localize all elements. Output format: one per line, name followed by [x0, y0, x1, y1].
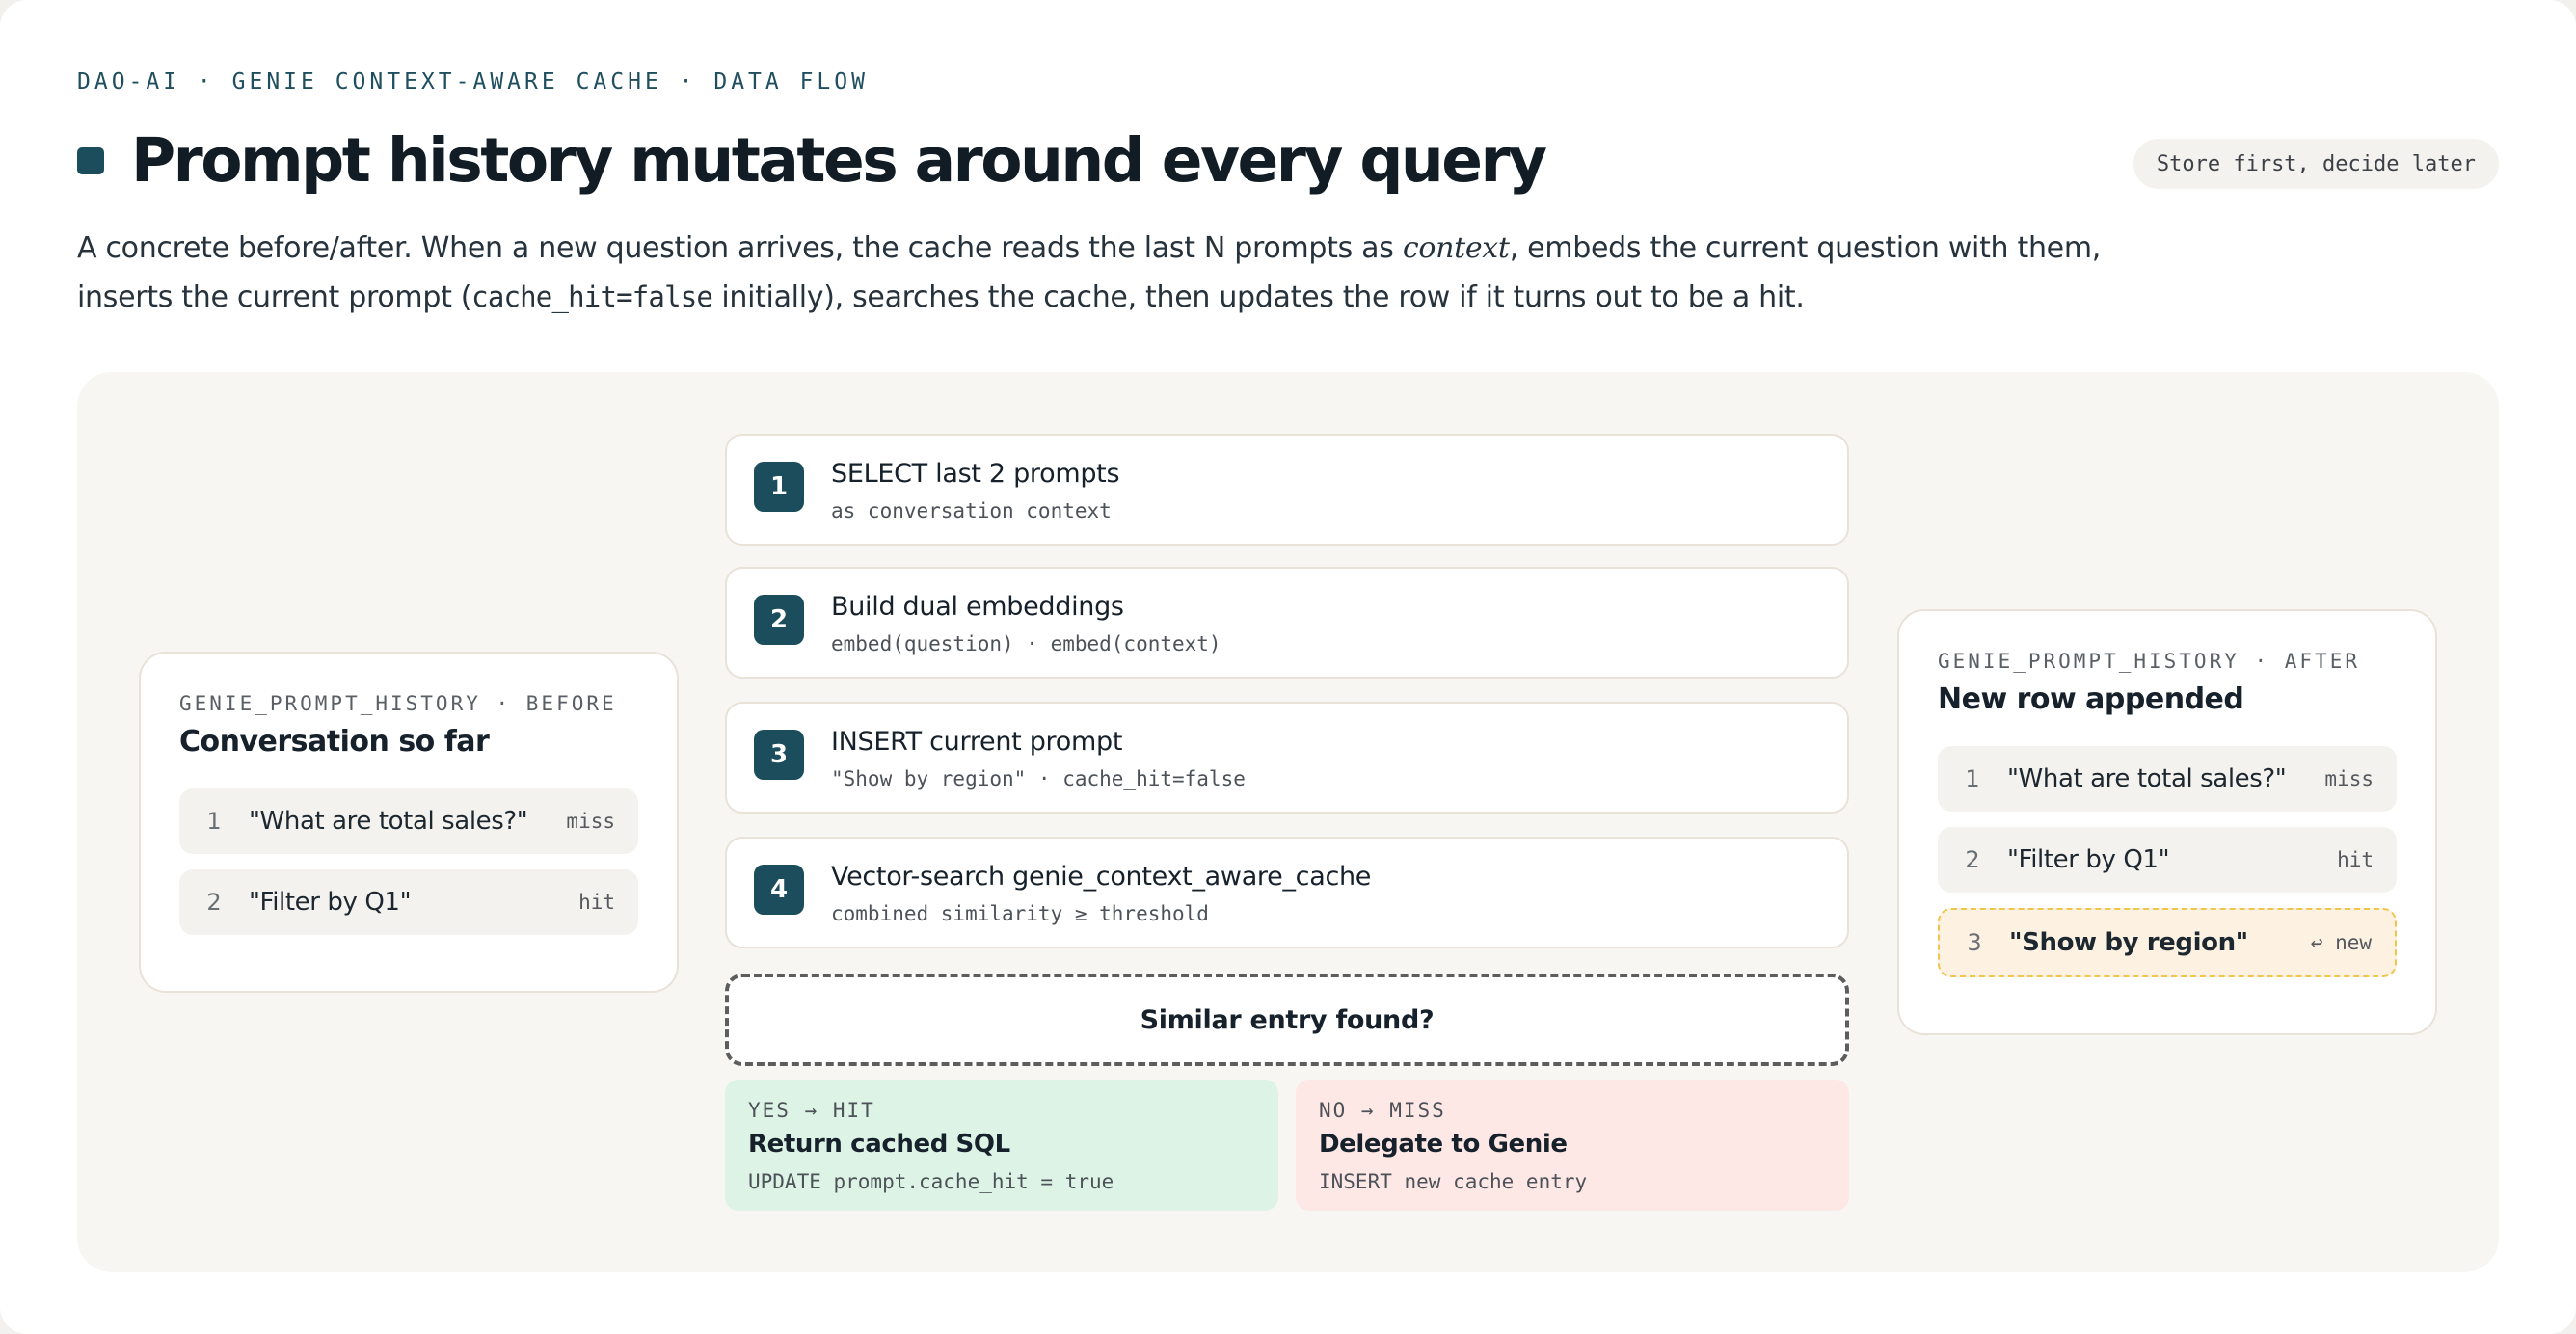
table-row: 2 "Filter by Q1" hit	[179, 869, 638, 935]
outcome-detail: INSERT new cache entry	[1319, 1170, 1588, 1193]
outcome-label: YES → HIT	[748, 1099, 875, 1122]
page-subtitle: A concrete before/after. When a new ques…	[77, 224, 2121, 322]
row-status: hit	[578, 891, 615, 914]
outcome-label: NO → MISS	[1319, 1099, 1446, 1122]
before-table-eyebrow: GENIE_PROMPT_HISTORY · BEFORE	[179, 692, 617, 715]
table-row: 2 "Filter by Q1" hit	[1938, 827, 2397, 893]
page-title: Prompt history mutates around every quer…	[131, 125, 1547, 196]
row-prompt: "What are total sales?"	[2007, 764, 2287, 793]
after-table-title: New row appended	[1938, 682, 2244, 716]
row-prompt: "Show by region"	[2009, 928, 2248, 957]
step-number-badge: 1	[754, 462, 804, 512]
step-title: SELECT last 2 prompts	[831, 459, 1120, 489]
step-detail: "Show by region" · cache_hit=false	[831, 767, 1246, 790]
row-prompt: "Filter by Q1"	[249, 888, 412, 917]
step-detail: as conversation context	[831, 499, 1112, 522]
row-status: miss	[566, 810, 615, 833]
outcome-miss: NO → MISS Delegate to Genie INSERT new c…	[1296, 1080, 1849, 1211]
table-row-new: 3 "Show by region" ↩ new	[1938, 908, 2397, 977]
row-number: 1	[1965, 765, 1980, 792]
step-number-badge: 2	[754, 595, 804, 645]
step-title: INSERT current prompt	[831, 727, 1123, 757]
step-select-context: 1 SELECT last 2 prompts as conversation …	[725, 434, 1849, 546]
row-status: ↩ new	[2310, 931, 2372, 954]
outcome-title: Return cached SQL	[748, 1130, 1010, 1159]
subtitle-emphasis: context	[1402, 231, 1510, 265]
row-number: 3	[1967, 929, 1982, 956]
step-build-embeddings: 2 Build dual embeddings embed(question) …	[725, 567, 1849, 679]
eyebrow: DAO-AI · GENIE CONTEXT-AWARE CACHE · DAT…	[77, 69, 869, 94]
row-prompt: "What are total sales?"	[249, 807, 528, 836]
outcome-detail: UPDATE prompt.cache_hit = true	[748, 1170, 1114, 1193]
step-detail: combined similarity ≥ threshold	[831, 902, 1209, 925]
step-title: Build dual embeddings	[831, 592, 1124, 622]
row-status: miss	[2324, 767, 2374, 790]
square-icon	[77, 147, 104, 174]
outcome-hit: YES → HIT Return cached SQL UPDATE promp…	[725, 1080, 1278, 1211]
row-number: 2	[1965, 846, 1980, 873]
step-number-badge: 3	[754, 730, 804, 780]
decision-node: Similar entry found?	[725, 974, 1849, 1066]
row-number: 2	[206, 889, 222, 916]
after-table-card: GENIE_PROMPT_HISTORY · AFTER New row app…	[1897, 609, 2437, 1035]
step-title: Vector-search genie_context_aware_cache	[831, 862, 1372, 892]
step-number-badge: 4	[754, 865, 804, 915]
before-table-card: GENIE_PROMPT_HISTORY · BEFORE Conversati…	[139, 652, 679, 993]
table-row: 1 "What are total sales?" miss	[179, 788, 638, 854]
row-number: 1	[206, 808, 222, 835]
table-row: 1 "What are total sales?" miss	[1938, 746, 2397, 812]
step-vector-search: 4 Vector-search genie_context_aware_cach…	[725, 837, 1849, 948]
subtitle-text: A concrete before/after. When a new ques…	[77, 231, 1403, 265]
outcome-title: Delegate to Genie	[1319, 1130, 1568, 1159]
before-table-title: Conversation so far	[179, 725, 490, 759]
diagram-page: DAO-AI · GENIE CONTEXT-AWARE CACHE · DAT…	[0, 0, 2576, 1334]
subtitle-text: initially), searches the cache, then upd…	[712, 280, 1805, 314]
row-prompt: "Filter by Q1"	[2007, 845, 2170, 874]
tagline-pill: Store first, decide later	[2133, 139, 2499, 189]
flow-stage: GENIE_PROMPT_HISTORY · BEFORE Conversati…	[77, 372, 2499, 1272]
after-table-eyebrow: GENIE_PROMPT_HISTORY · AFTER	[1938, 650, 2361, 673]
step-insert-prompt: 3 INSERT current prompt "Show by region"…	[725, 702, 1849, 814]
row-status: hit	[2337, 848, 2374, 871]
subtitle-code: cache_hit=false	[471, 280, 713, 313]
step-detail: embed(question) · embed(context)	[831, 632, 1221, 655]
title-row: Prompt history mutates around every quer…	[77, 125, 1547, 196]
